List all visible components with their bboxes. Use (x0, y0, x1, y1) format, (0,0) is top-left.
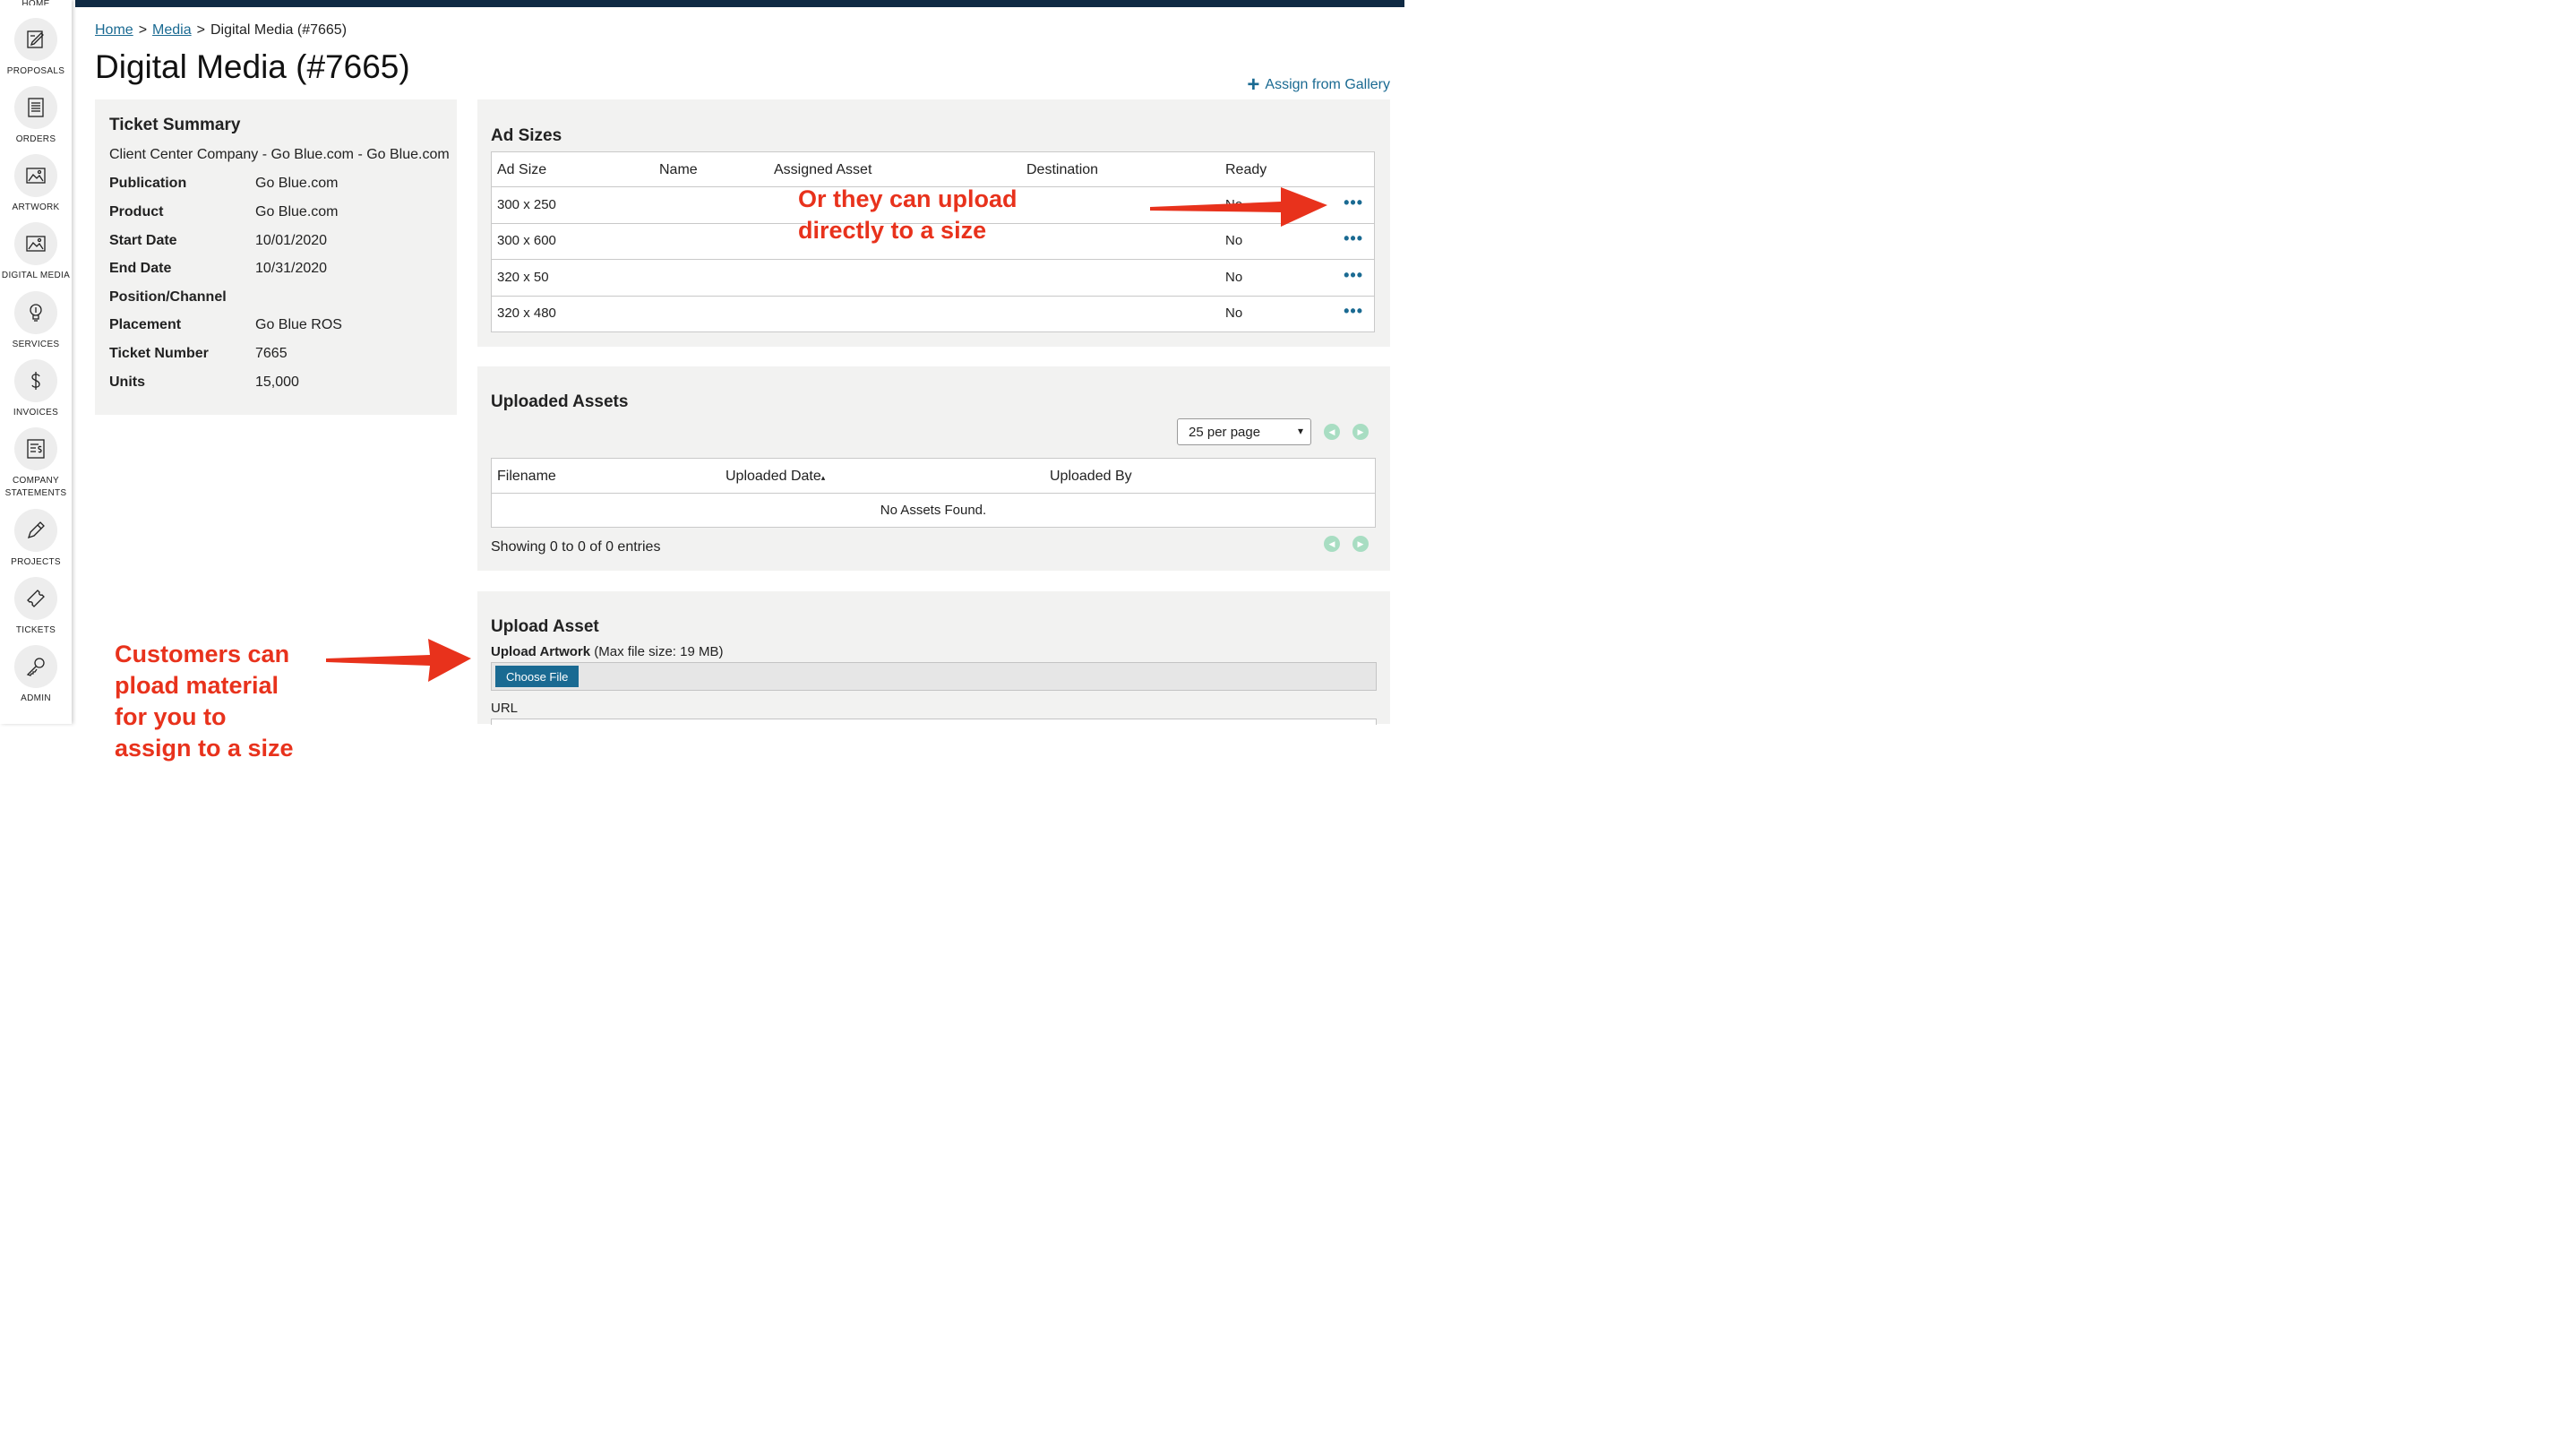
ad-sizes-title: Ad Sizes (491, 126, 562, 145)
summary-row: Ticket Number 7665 (109, 346, 288, 361)
prev-page-button[interactable]: ◀ (1324, 536, 1340, 552)
sidebar-item-services[interactable]: SERVICES (0, 291, 72, 351)
key-icon (14, 645, 57, 688)
row-actions-button[interactable]: ••• (1344, 303, 1363, 319)
ticket-summary-title: Ticket Summary (109, 116, 241, 134)
column-header[interactable]: Filename (497, 469, 556, 485)
uploaded-assets-panel: Uploaded Assets 25 per page ▾ ◀ ▶ Filena… (477, 366, 1390, 571)
sidebar-item-artwork[interactable]: ARTWORK (0, 154, 72, 214)
sidebar-item-tickets[interactable]: TICKETS (0, 577, 72, 637)
summary-row: Position/Channel (109, 289, 227, 305)
upload-artwork-label: Upload Artwork (Max file size: 19 MB) (491, 644, 724, 659)
column-header[interactable]: Assigned Asset (774, 162, 872, 178)
choose-file-button[interactable]: Choose File (495, 666, 580, 687)
breadcrumb-current: Digital Media (#7665) (210, 22, 348, 38)
url-input[interactable] (491, 719, 1377, 725)
uploaded-assets-title: Uploaded Assets (491, 392, 629, 411)
ticket-icon (14, 577, 57, 620)
summary-row: Publication Go Blue.com (109, 176, 339, 191)
dollar-icon (14, 359, 57, 402)
breadcrumb: Home > Media > Digital Media (#7665) (95, 22, 348, 38)
image-icon (14, 154, 57, 197)
chevron-right-icon: ▶ (1357, 538, 1364, 548)
column-header-sorted[interactable]: Uploaded Date▴ (726, 469, 825, 485)
table-empty-row: No Assets Found. (880, 503, 987, 518)
sidebar-item-label: ARTWORK (12, 202, 60, 212)
top-bar (75, 0, 1404, 7)
sidebar-item-admin[interactable]: ADMIN (0, 645, 72, 705)
sort-asc-icon: ▴ (820, 473, 826, 482)
table-row: 320 x 480 No ••• (497, 302, 1363, 321)
page-title: Digital Media (#7665) (95, 48, 410, 85)
client-name: Client Center Company - Go Blue.com - Go… (109, 147, 450, 162)
column-header[interactable]: Destination (1026, 162, 1098, 178)
summary-row: Placement Go Blue ROS (109, 317, 342, 332)
prev-page-button[interactable]: ◀ (1324, 424, 1340, 440)
chevron-left-icon: ◀ (1328, 426, 1335, 436)
sidebar-item-label: DIGITAL MEDIA (1, 271, 71, 280)
uploaded-assets-table: Filename Uploaded Date▴ Uploaded By No A… (491, 458, 1376, 528)
annotation-arrow-bottom (326, 639, 471, 682)
sidebar-item-label: SERVICES (12, 340, 60, 349)
pencil-icon (14, 509, 57, 552)
proposal-edit-icon (14, 18, 57, 61)
lightbulb-icon (14, 291, 57, 334)
sidebar-item-label: PROPOSALS (6, 66, 65, 76)
next-page-button[interactable]: ▶ (1352, 424, 1369, 440)
column-header[interactable]: Ready (1225, 162, 1267, 178)
image-icon (14, 222, 57, 265)
breadcrumb-home-link[interactable]: Home (95, 22, 133, 38)
sidebar-item-invoices[interactable]: INVOICES (0, 359, 72, 419)
per-page-select[interactable]: 25 per page ▾ (1177, 418, 1311, 445)
summary-row: Product Go Blue.com (109, 204, 339, 219)
chevron-left-icon: ◀ (1328, 538, 1335, 548)
sidebar-item-label: COMPANY STATEMENTS (4, 476, 67, 498)
sidebar-item-label: PROJECTS (11, 557, 61, 567)
chevron-down-icon: ▾ (1297, 425, 1303, 437)
table-header: Filename Uploaded Date▴ Uploaded By (492, 459, 1375, 494)
breadcrumb-media-link[interactable]: Media (152, 22, 192, 38)
annotation-top: Or they can upload directly to a size (798, 185, 1018, 244)
ticket-summary-panel: Ticket Summary Client Center Company - G… (95, 99, 457, 415)
summary-row: Start Date 10/01/2020 (109, 233, 328, 248)
assign-from-gallery-link[interactable]: + Assign from Gallery (1247, 73, 1390, 97)
annotation-bottom: Customers can pload material for you to … (115, 641, 294, 762)
annotation-arrow-top (1150, 187, 1327, 227)
sidebar-nav: HOME PROPOSALS ORDERS ARTWORK DIGITAL ME… (0, 0, 72, 724)
showing-entries: Showing 0 to 0 of 0 entries (491, 539, 661, 555)
statement-icon (14, 427, 57, 470)
table-row: 320 x 50 No ••• (492, 260, 1374, 297)
row-actions-button[interactable]: ••• (1344, 194, 1363, 211)
plus-icon: + (1247, 73, 1260, 97)
summary-row: Units 15,000 (109, 374, 299, 390)
next-page-button[interactable]: ▶ (1352, 536, 1369, 552)
row-actions-button[interactable]: ••• (1344, 230, 1363, 246)
sidebar-item-orders[interactable]: ORDERS (0, 86, 72, 146)
column-header[interactable]: Name (659, 162, 698, 178)
sidebar-item-proposals[interactable]: PROPOSALS (0, 18, 72, 78)
sidebar-item-label: INVOICES (13, 408, 59, 417)
row-actions-button[interactable]: ••• (1344, 267, 1363, 283)
sidebar-item-home-label: HOME (21, 0, 50, 5)
sidebar-item-label: TICKETS (15, 625, 56, 635)
sidebar-item-label: ORDERS (15, 134, 56, 144)
document-list-icon (14, 86, 57, 129)
upload-asset-panel: Upload Asset Upload Artwork (Max file si… (477, 591, 1390, 725)
column-header[interactable]: Ad Size (497, 162, 546, 178)
sidebar-item-label: ADMIN (21, 693, 51, 703)
sidebar-item-digital-media[interactable]: DIGITAL MEDIA (0, 222, 72, 282)
sidebar-item-projects[interactable]: PROJECTS (0, 509, 72, 569)
column-header[interactable]: Uploaded By (1050, 469, 1132, 485)
table-header: Ad Size Name Assigned Asset Destination … (492, 152, 1374, 187)
url-label: URL (491, 701, 519, 716)
sidebar-item-company-statements[interactable]: COMPANY STATEMENTS (0, 427, 72, 500)
summary-row: End Date 10/31/2020 (109, 261, 328, 276)
upload-asset-title: Upload Asset (491, 617, 599, 636)
file-upload-field[interactable]: Choose File (491, 662, 1377, 691)
chevron-right-icon: ▶ (1357, 426, 1364, 436)
